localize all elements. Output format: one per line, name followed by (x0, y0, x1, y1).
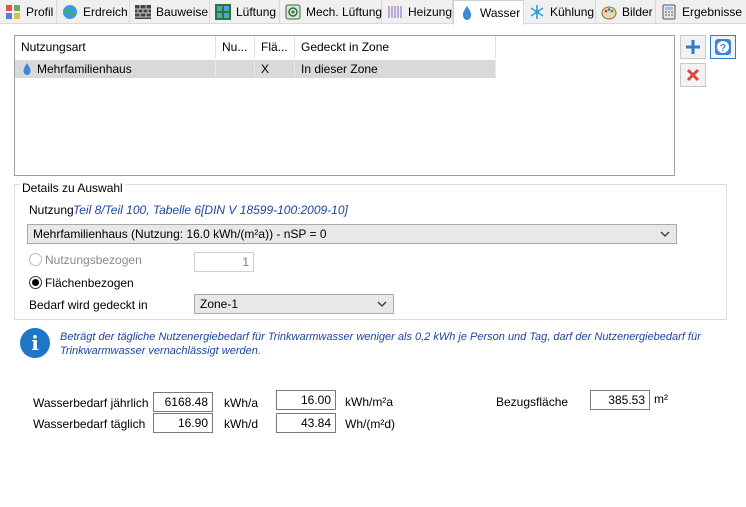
profile-icon (5, 4, 21, 20)
fan-icon (285, 4, 301, 20)
zone-select[interactable]: Zone-1 (194, 294, 394, 314)
info-text-line-2: Trinkwarmwasser vernachlässigt werden. (60, 345, 261, 357)
tab-bar: Profil Erdreich Bauweise Lüftung Mech. L… (0, 0, 746, 25)
radiator-icon (387, 4, 403, 20)
taeglich-unit: kWh/d (224, 417, 259, 431)
column-header-nutzungsart[interactable]: Nutzungsart (15, 36, 216, 58)
tab-label: Profil (26, 5, 54, 19)
tab-wasser[interactable]: Wasser (453, 0, 524, 25)
usage-grid[interactable]: Nutzungsart Nu... Flä... Gedeckt in Zone… (14, 35, 675, 176)
table-row[interactable]: Mehrfamilienhaus X In dieser Zone (15, 60, 496, 78)
svg-text:?: ? (720, 43, 726, 54)
chevron-down-icon (660, 225, 670, 243)
info-text: Beträgt der tägliche Nutzenergiebedarf f… (60, 330, 730, 358)
tab-profil[interactable]: Profil (0, 0, 57, 24)
tab-label: Bilder (622, 5, 653, 19)
delete-button[interactable] (680, 63, 706, 87)
info-icon: i (20, 328, 50, 358)
brick-wall-icon (135, 4, 151, 20)
nutzung-reference: Teil 8/Teil 100, Tabelle 6[DIN V 18599-1… (73, 203, 348, 217)
help-icon: ? (715, 39, 731, 55)
snowflake-icon (529, 4, 545, 20)
delete-x-icon (686, 68, 700, 82)
column-header-zone[interactable]: Gedeckt in Zone (295, 36, 496, 58)
water-drop-icon (459, 5, 475, 21)
tab-label: Ergebnisse (682, 5, 743, 19)
radio-nutzungsbezogen-label: Nutzungsbezogen (45, 253, 142, 267)
cell-nutzung (216, 60, 255, 78)
tab-label: Mech. Lüftung (306, 5, 383, 19)
window-icon (215, 4, 231, 20)
tab-kuehlung[interactable]: Kühlung (524, 0, 596, 24)
usage-select[interactable]: Mehrfamilienhaus (Nutzung: 16.0 kWh/(m²a… (27, 224, 677, 244)
spec2-unit: Wh/(m²d) (345, 417, 395, 431)
tab-lueftung[interactable]: Lüftung (210, 0, 280, 24)
bezug-label: Bezugsfläche (496, 395, 569, 409)
jaehrlich-label: Wasserbedarf jährlich (33, 396, 149, 410)
tab-label: Lüftung (236, 5, 277, 19)
tab-bauweise[interactable]: Bauweise (130, 0, 210, 24)
help-button[interactable]: ? (710, 35, 736, 59)
grid-header: Nutzungsart Nu... Flä... Gedeckt in Zone (15, 36, 496, 58)
calculator-icon (661, 4, 677, 20)
tab-bilder[interactable]: Bilder (596, 0, 656, 24)
taeglich-value: 16.90 (153, 413, 213, 433)
spec-value: 16.00 (276, 390, 336, 410)
tab-label: Kühlung (550, 5, 595, 19)
radio-flaechenbezogen[interactable] (29, 276, 42, 289)
tab-label: Erdreich (83, 5, 128, 19)
tab-label: Bauweise (156, 5, 209, 19)
bezug-unit: m² (654, 392, 668, 406)
tab-mech-lueftung[interactable]: Mech. Lüftung (280, 0, 382, 24)
cell-flaeche: X (255, 60, 295, 78)
details-legend: Details zu Auswahl (20, 181, 125, 195)
bedarf-label: Bedarf wird gedeckt in (29, 298, 148, 312)
water-drop-icon (21, 62, 33, 76)
chevron-down-icon (377, 295, 387, 313)
tab-heizung[interactable]: Heizung (382, 0, 453, 24)
info-text-line-1: Beträgt der tägliche Nutzenergiebedarf f… (60, 331, 701, 343)
tab-label: Wasser (480, 6, 521, 20)
zone-select-value: Zone-1 (200, 297, 239, 311)
column-header-nutzung[interactable]: Nu... (216, 36, 255, 58)
bezug-value: 385.53 (590, 390, 650, 410)
add-button[interactable] (680, 35, 706, 59)
row-label: Mehrfamilienhaus (37, 62, 132, 76)
spec2-value: 43.84 (276, 413, 336, 433)
plus-icon (686, 40, 700, 54)
tab-ergebnisse[interactable]: Ergebnisse (656, 0, 746, 24)
jaehrlich-unit: kWh/a (224, 396, 259, 410)
radio-nutzungsbezogen[interactable] (29, 253, 42, 266)
usage-select-value: Mehrfamilienhaus (Nutzung: 16.0 kWh/(m²a… (33, 227, 327, 241)
nutzungsbezogen-input[interactable]: 1 (194, 252, 254, 272)
palette-icon (601, 4, 617, 20)
radio-flaechenbezogen-label: Flächenbezogen (45, 276, 134, 290)
globe-icon (62, 4, 78, 20)
tab-erdreich[interactable]: Erdreich (57, 0, 130, 24)
spec-unit: kWh/m²a (345, 395, 393, 409)
cell-nutzungsart: Mehrfamilienhaus (15, 60, 216, 78)
tab-label: Heizung (408, 5, 453, 19)
jaehrlich-value: 6168.48 (153, 392, 213, 412)
column-header-flaeche[interactable]: Flä... (255, 36, 295, 58)
taeglich-label: Wasserbedarf täglich (33, 417, 146, 431)
cell-zone: In dieser Zone (295, 60, 496, 78)
nutzung-label: Nutzung (29, 203, 74, 217)
